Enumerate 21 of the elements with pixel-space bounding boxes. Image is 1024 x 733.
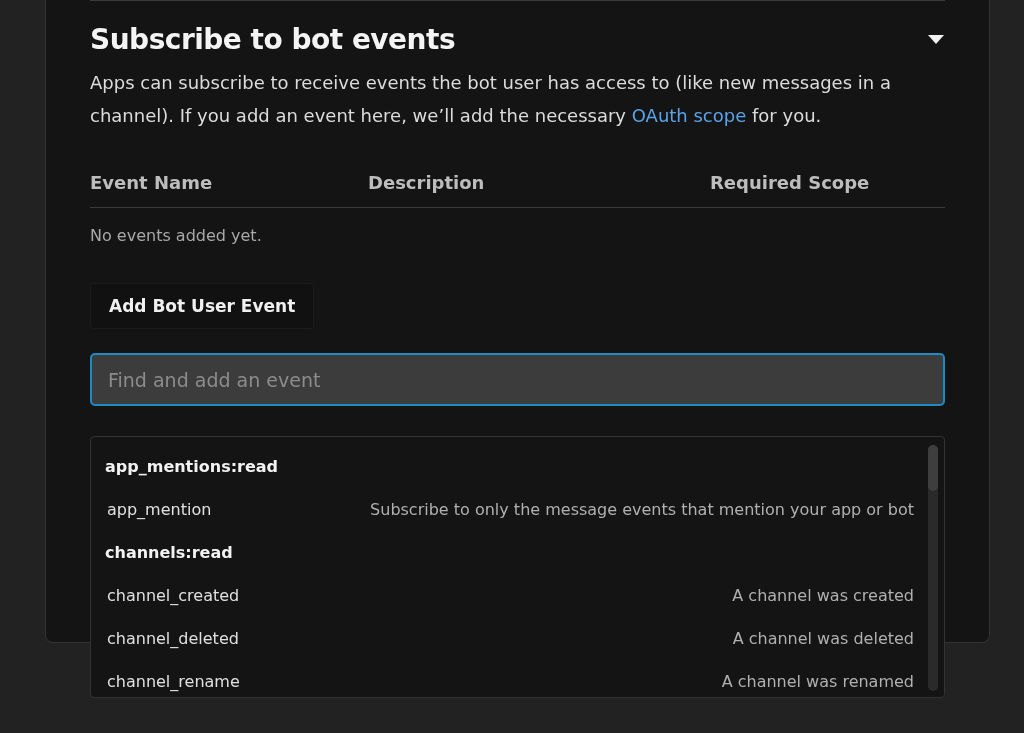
event-option[interactable]: channel_rename — [105, 672, 240, 691]
event-description: Subscribe to only the message events that mention your app or bot — [370, 500, 914, 519]
section-description: Apps can subscribe to receive events the bot user has access to (like new messages in a channel). If you add an event here, we’ll add the necessary OAuth scope for you. — [90, 71, 892, 128]
event-option[interactable]: channel_created — [105, 586, 240, 605]
event-description: A channel was renamed — [721, 672, 914, 691]
column-header: Description — [368, 172, 486, 193]
caret-down-icon[interactable] — [927, 34, 945, 45]
event-description: A channel was created — [732, 586, 914, 605]
event-description: A channel was deleted — [732, 629, 914, 648]
scope-group-label: channels:read — [105, 543, 233, 562]
event-option[interactable]: channel_deleted — [105, 629, 239, 648]
scope-group-label: app_mentions:read — [105, 457, 279, 476]
oauth-scope-link[interactable]: OAuth scope — [631, 105, 747, 126]
scrollbar[interactable] — [928, 445, 938, 691]
add-event-button[interactable]: Add Bot User Event — [90, 283, 315, 329]
empty-message: No events added yet. — [90, 226, 263, 245]
column-header: Event Name — [90, 172, 214, 193]
section-title: Subscribe to bot events — [90, 23, 456, 56]
search-field[interactable]: Find and add an event — [90, 353, 945, 406]
event-option[interactable]: app_mention — [105, 500, 212, 519]
column-header: Required Scope — [710, 172, 871, 193]
